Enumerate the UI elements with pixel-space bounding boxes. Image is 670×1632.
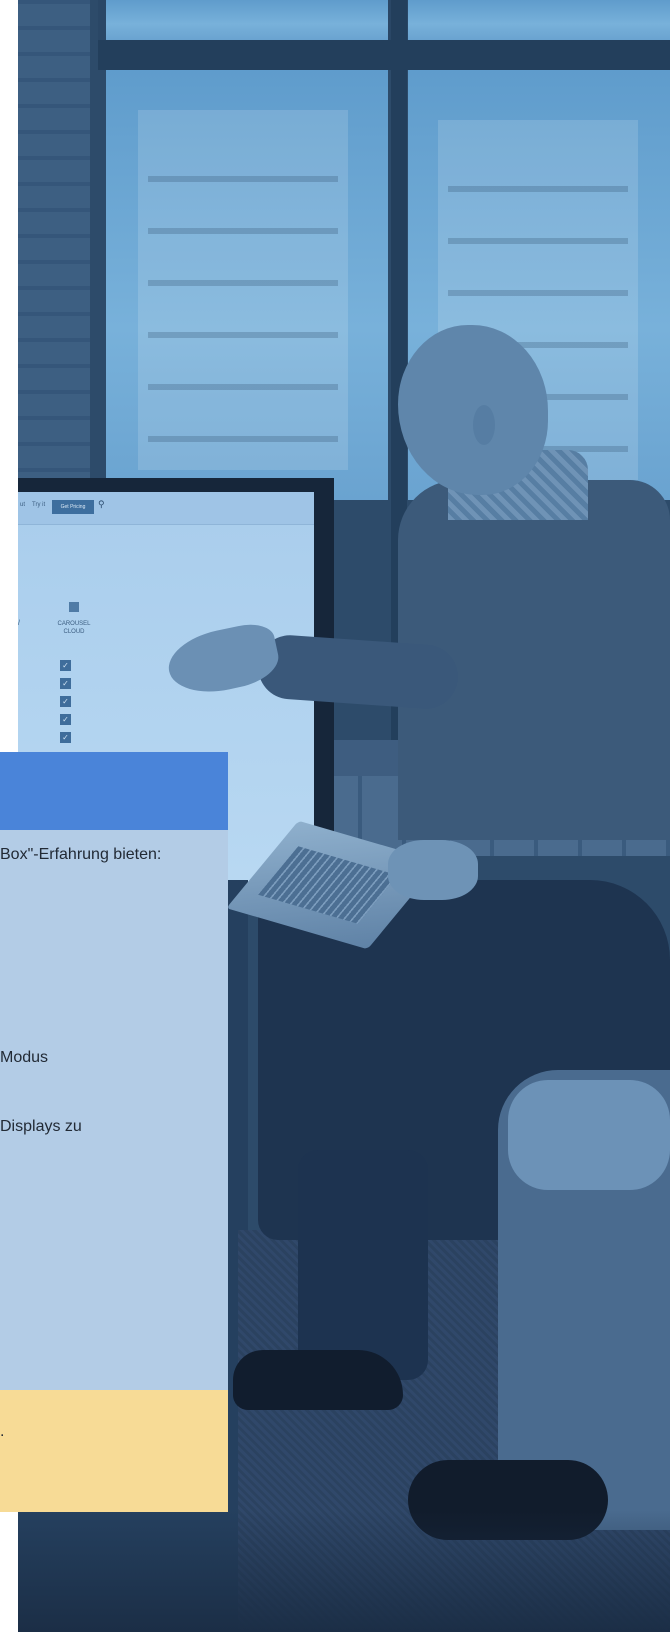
search-icon: ⚲	[98, 499, 105, 509]
screen-nav-item: ut	[20, 502, 26, 508]
card-header	[0, 752, 228, 830]
bottom-shadow	[18, 1510, 670, 1632]
person-hand	[388, 840, 478, 900]
window-pane	[106, 0, 388, 40]
screen-nav-item: Try it	[32, 502, 46, 508]
checkbox-icon: ✓	[60, 696, 71, 707]
card-list-item: Displays zu	[0, 1118, 82, 1135]
person-ear	[473, 405, 495, 445]
card-list-item: Modus	[0, 1049, 49, 1066]
get-pricing-button: Get Pricing	[52, 500, 94, 514]
card-note-text: .	[0, 1423, 5, 1440]
brick-wall	[18, 0, 90, 520]
building-windows	[148, 130, 338, 460]
page: ut Try it Get Pricing ⚲ / CAROUSEL CLOUD…	[0, 0, 670, 1632]
screen-column-divider: /	[18, 620, 20, 627]
second-person-arm	[508, 1080, 670, 1190]
checkbox-icon: ✓	[60, 732, 71, 743]
screen-navbar: ut Try it Get Pricing ⚲	[18, 492, 314, 525]
product-icon	[69, 602, 79, 612]
shoe	[233, 1350, 403, 1410]
checkbox-icon: ✓	[60, 660, 71, 671]
checkbox-icon: ✓	[60, 714, 71, 725]
card-intro-text: Box"-Erfahrung bieten:	[0, 846, 162, 863]
window-pane	[408, 0, 670, 40]
checkbox-icon: ✓	[60, 678, 71, 689]
card-body	[0, 830, 228, 1390]
window-mullion	[98, 40, 670, 70]
card-note	[0, 1390, 228, 1512]
screen-column-label: CAROUSEL CLOUD	[57, 621, 91, 635]
person-shin	[298, 1150, 428, 1380]
